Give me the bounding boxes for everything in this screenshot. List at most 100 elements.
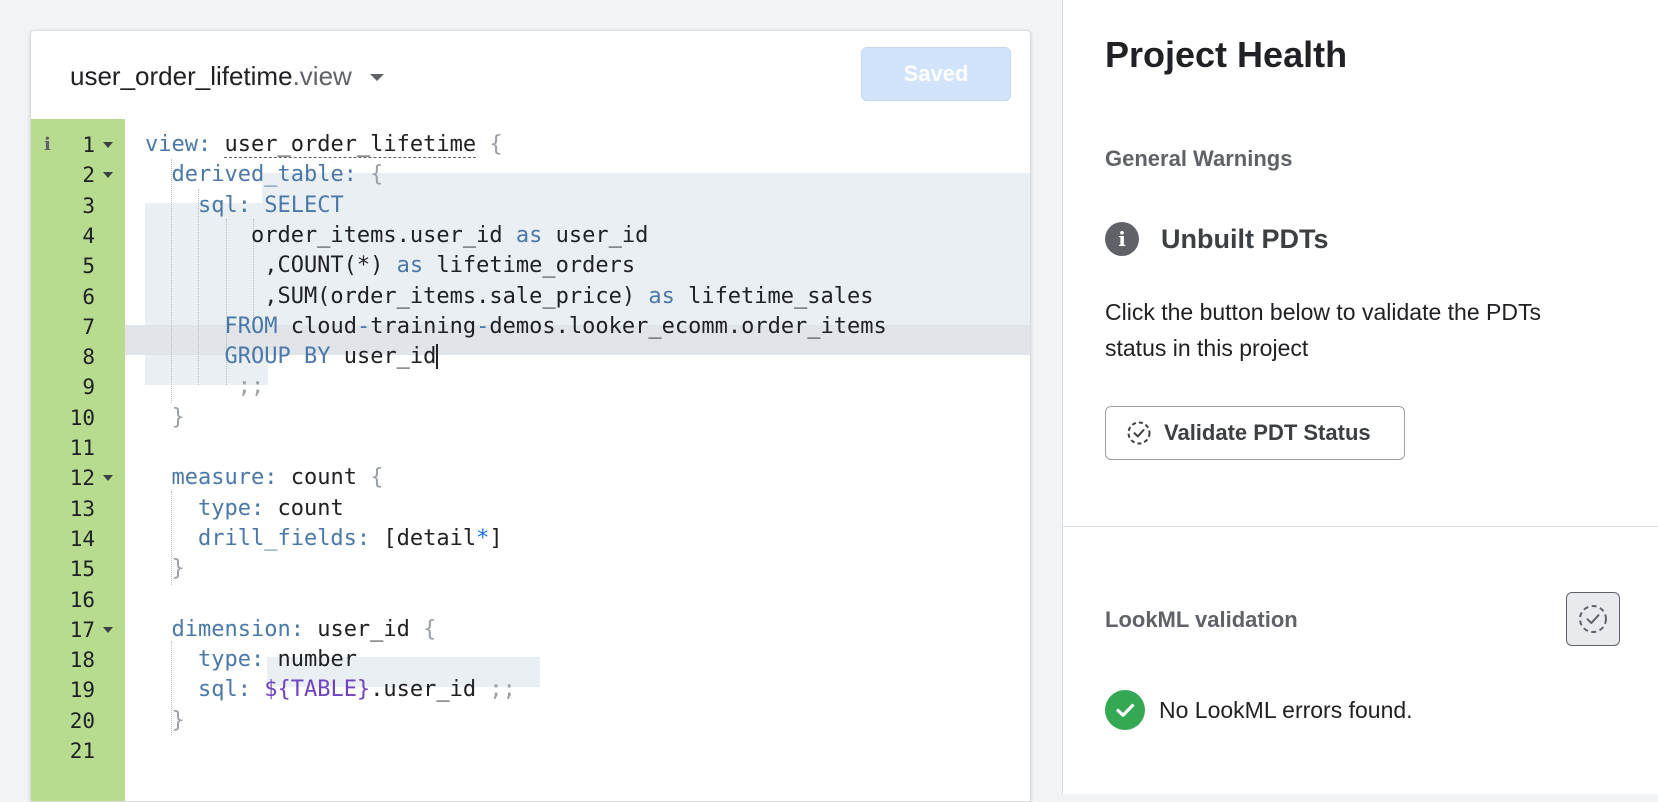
validate-lookml-button[interactable] bbox=[1566, 592, 1620, 646]
code-token: } bbox=[171, 556, 185, 582]
code-token: cloud bbox=[277, 313, 357, 339]
code-token: training bbox=[370, 313, 477, 339]
file-name-base: user_order_lifetime bbox=[70, 61, 293, 91]
code-token: demos.looker_ecomm.order_items bbox=[489, 313, 887, 339]
code-line[interactable]: 21 bbox=[31, 735, 1030, 767]
line-number: 13 bbox=[69, 496, 95, 521]
code-token: { bbox=[370, 465, 384, 491]
code-text: measure: count { bbox=[145, 462, 384, 494]
code-token: lifetime_sales bbox=[674, 283, 874, 309]
validate-pdt-status-button[interactable]: Validate PDT Status bbox=[1105, 406, 1405, 460]
project-health-panel: Project Health General Warnings i Unbuil… bbox=[1062, 0, 1658, 794]
code-token: dimension: bbox=[171, 616, 304, 642]
saved-button[interactable]: Saved bbox=[861, 47, 1011, 101]
code-text: sql: ${TABLE}.user_id ;; bbox=[145, 674, 516, 706]
dashed-check-circle-icon bbox=[1127, 421, 1151, 445]
code-line[interactable]: 8 GROUP BY user_id bbox=[31, 341, 1030, 373]
code-line[interactable]: 12 measure: count { bbox=[31, 462, 1030, 494]
lookml-validation-heading: LookML validation bbox=[1105, 607, 1298, 632]
code-text: view: user_order_lifetime { bbox=[145, 129, 503, 161]
dashed-check-circle-icon bbox=[1579, 605, 1607, 633]
code-token: sql: bbox=[197, 677, 251, 703]
code-line[interactable]: 10 } bbox=[31, 402, 1030, 434]
code-text: type: count bbox=[145, 493, 344, 525]
line-number: 5 bbox=[82, 254, 95, 279]
line-number: 20 bbox=[69, 708, 95, 733]
warning-description: Click the button below to validate the P… bbox=[1105, 299, 1541, 361]
code-token: [detail bbox=[370, 525, 477, 551]
line-number: 7 bbox=[82, 314, 95, 339]
file-selector[interactable]: user_order_lifetime .view bbox=[70, 59, 384, 93]
line-number: 15 bbox=[69, 557, 95, 582]
panel-title: Project Health bbox=[1105, 34, 1348, 75]
code-line[interactable]: 16 bbox=[31, 584, 1030, 616]
code-line[interactable]: 14 drill_fields: [detail*] bbox=[31, 523, 1030, 555]
lookml-status-row: No LookML errors found. bbox=[1105, 690, 1413, 730]
code-line[interactable]: 2 derived_table: { bbox=[31, 159, 1030, 191]
code-token: order_items.user_id bbox=[145, 222, 516, 248]
validate-pdt-status-label: Validate PDT Status bbox=[1164, 420, 1371, 445]
file-tab-bar: user_order_lifetime .view Saved bbox=[31, 31, 1030, 119]
code-line[interactable]: 7 FROM cloud-training-demos.looker_ecomm… bbox=[31, 311, 1030, 343]
code-line[interactable]: 9 ;; bbox=[31, 371, 1030, 403]
code-line[interactable]: 15 } bbox=[31, 553, 1030, 585]
file-name-ext: .view bbox=[292, 61, 352, 91]
line-number: 1 bbox=[82, 133, 95, 157]
code-text: ,SUM(order_items.sale_price) as lifetime… bbox=[145, 281, 874, 313]
code-token: sql: bbox=[197, 192, 251, 218]
code-line[interactable]: 18 type: number bbox=[31, 644, 1030, 676]
code-text: drill_fields: [detail*] bbox=[145, 523, 503, 555]
code-line[interactable]: 13 type: count bbox=[31, 493, 1030, 525]
line-number: 9 bbox=[82, 375, 95, 400]
fold-arrow-icon[interactable] bbox=[103, 475, 113, 482]
code-token: lifetime_orders bbox=[423, 253, 636, 279]
code-line[interactable]: 4 order_items.user_id as user_id bbox=[31, 220, 1030, 252]
code-text: } bbox=[145, 553, 185, 585]
code-area[interactable]: i 1 view: user_order_lifetime {2 derived_t… bbox=[31, 119, 1030, 801]
code-line[interactable]: i 1 view: user_order_lifetime { bbox=[31, 129, 1030, 161]
code-token: { bbox=[423, 616, 437, 642]
code-editor: user_order_lifetime .view Saved i 1 view: u… bbox=[30, 30, 1031, 802]
code-token: user_id bbox=[303, 616, 424, 642]
code-line[interactable]: 19 sql: ${TABLE}.user_id ;; bbox=[31, 674, 1030, 706]
lookml-status-text: No LookML errors found. bbox=[1159, 696, 1413, 723]
warning-title-row: i Unbuilt PDTs bbox=[1105, 222, 1328, 256]
code-token: ,COUNT(*) bbox=[145, 253, 397, 279]
code-token: } bbox=[171, 404, 185, 430]
general-warnings-heading: General Warnings bbox=[1105, 146, 1293, 171]
code-line[interactable]: 3 sql: SELECT bbox=[31, 190, 1030, 222]
code-line[interactable]: 11 bbox=[31, 432, 1030, 464]
line-number: 21 bbox=[69, 739, 95, 763]
code-token: { bbox=[476, 132, 503, 157]
code-line[interactable]: 5 ,COUNT(*) as lifetime_orders bbox=[31, 250, 1030, 282]
line-number: 18 bbox=[69, 648, 95, 673]
code-token: ,SUM(order_items.sale_price) bbox=[145, 283, 649, 309]
section-divider bbox=[1063, 526, 1658, 527]
code-line[interactable]: 6 ,SUM(order_items.sale_price) as lifeti… bbox=[31, 281, 1030, 313]
line-number: 19 bbox=[69, 678, 95, 703]
fold-arrow-icon[interactable] bbox=[103, 172, 113, 179]
warning-title: Unbuilt PDTs bbox=[1161, 223, 1329, 254]
fold-arrow-icon[interactable] bbox=[103, 626, 113, 633]
code-token: user_id bbox=[343, 344, 439, 370]
line-number: 17 bbox=[69, 617, 95, 642]
check-circle-icon bbox=[1105, 690, 1145, 730]
code-token: } bbox=[171, 707, 185, 733]
code-line[interactable]: 20 } bbox=[31, 705, 1030, 737]
code-text: order_items.user_id as user_id bbox=[145, 220, 648, 252]
code-line[interactable]: 17 dimension: user_id { bbox=[31, 614, 1030, 646]
code-token: derived_table: bbox=[171, 162, 357, 188]
line-number: 6 bbox=[82, 284, 95, 309]
chevron-down-icon[interactable] bbox=[369, 73, 384, 81]
code-token: * bbox=[476, 525, 490, 551]
info-icon: i bbox=[1105, 222, 1139, 256]
fold-arrow-icon[interactable] bbox=[103, 142, 113, 148]
